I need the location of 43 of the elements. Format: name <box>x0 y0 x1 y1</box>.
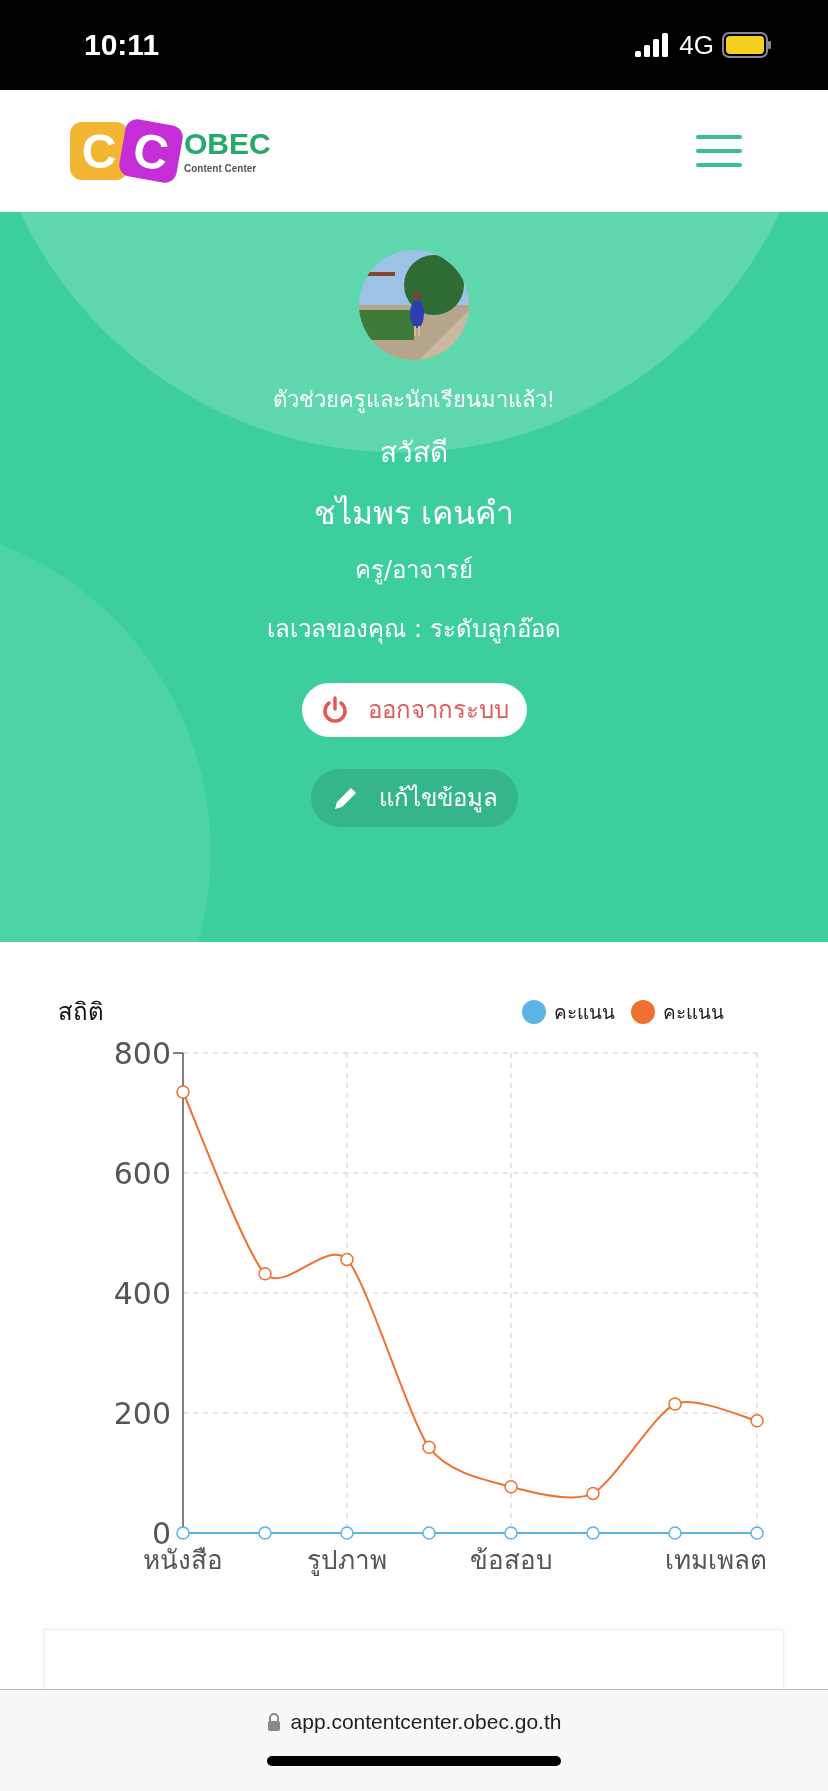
user-role: ครู/อาจารย์ <box>354 554 474 586</box>
data-point <box>258 1526 272 1540</box>
data-point <box>668 1397 682 1411</box>
data-point <box>668 1526 682 1540</box>
edit-button[interactable]: แก้ไขข้อมูล <box>310 768 518 827</box>
y-tick-label: 400 <box>113 1276 171 1311</box>
user-level: เลเวลของคุณ : ระดับลูกอ๊อด <box>267 613 561 645</box>
status-time: 10:11 <box>84 28 160 62</box>
user-name: ชไมพร เคนคำ <box>313 493 515 534</box>
logout-button[interactable]: ออกจากระบบ <box>301 682 527 737</box>
legend-label: คะแนน <box>554 999 615 1025</box>
logo-tile: C <box>117 117 185 185</box>
data-point <box>258 1267 272 1281</box>
data-point <box>176 1085 190 1099</box>
data-point <box>586 1486 600 1501</box>
y-tick-label: 600 <box>113 1156 171 1191</box>
menu-icon[interactable] <box>696 135 742 167</box>
x-tick-label: ข้อสอบ <box>469 1545 553 1575</box>
data-point <box>586 1526 600 1540</box>
legend-label: คะแนน <box>663 999 724 1025</box>
greeting: สวัสดี <box>380 434 448 471</box>
x-tick-label: เทมเพลต <box>665 1545 767 1575</box>
data-point <box>504 1480 518 1494</box>
data-point <box>340 1252 354 1267</box>
network-label: 4G <box>679 29 714 61</box>
logo-subtitle: Content Center <box>184 162 258 174</box>
y-tick-label: 800 <box>113 1041 171 1071</box>
data-point <box>750 1526 764 1540</box>
logo-title: OBEC <box>184 128 271 159</box>
data-point <box>340 1526 354 1540</box>
battery-icon <box>722 32 772 58</box>
tagline: ตัวช่วยครูและนักเรียนมาแล้ว! <box>272 386 556 415</box>
lock-icon <box>266 1713 281 1731</box>
data-point <box>176 1526 190 1540</box>
data-point <box>422 1526 436 1540</box>
y-tick-label: 200 <box>113 1396 171 1431</box>
x-tick-label: รูปภาพ <box>307 1545 387 1575</box>
statistics-title: สถิติ <box>58 997 104 1028</box>
data-point <box>504 1526 518 1540</box>
data-point <box>422 1440 436 1454</box>
url-text[interactable]: app.contentcenter.obec.go.th <box>290 1710 562 1734</box>
x-tick-label: หนังสือ <box>143 1545 223 1575</box>
data-point <box>750 1414 764 1428</box>
